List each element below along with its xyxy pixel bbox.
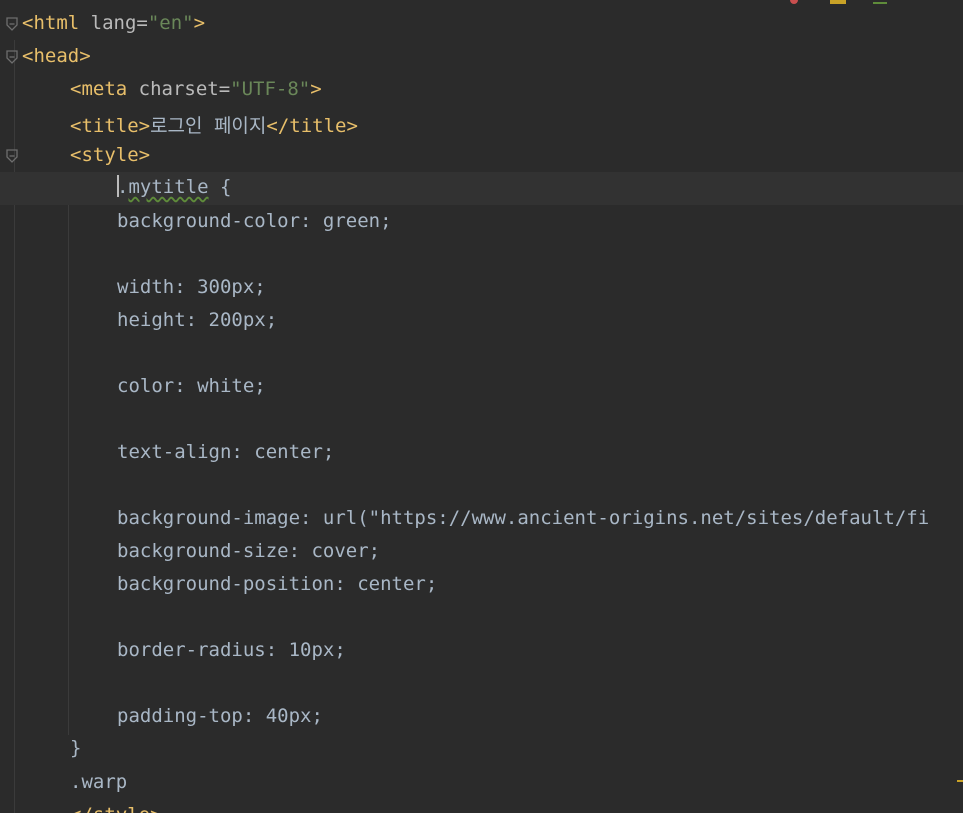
code-text: <style> bbox=[70, 144, 151, 166]
code-line[interactable]: </style> bbox=[0, 800, 963, 813]
code-line[interactable]: border-radius: 10px; bbox=[0, 635, 963, 668]
code-line[interactable]: <meta charset="UTF-8"> bbox=[0, 74, 963, 107]
code-text: <head> bbox=[22, 45, 91, 67]
code-line-current[interactable]: .mytitle { bbox=[0, 172, 963, 205]
warning-indicator-icon[interactable] bbox=[830, 0, 846, 4]
code-line[interactable]: background-size: cover; bbox=[0, 536, 963, 569]
typo-indicator-icon[interactable] bbox=[873, 0, 887, 4]
code-text: <title>로그인 페이지</title> bbox=[70, 115, 358, 137]
code-line[interactable]: height: 200px; bbox=[0, 305, 963, 338]
code-text: background-color: green; bbox=[117, 210, 392, 232]
code-text: padding-top: 40px; bbox=[117, 705, 323, 727]
code-text: } bbox=[70, 737, 82, 759]
code-line[interactable]: color: white; bbox=[0, 371, 963, 404]
code-line[interactable]: <head> bbox=[0, 41, 963, 74]
code-line[interactable]: } bbox=[0, 733, 963, 766]
code-text: <html lang="en"> bbox=[22, 12, 206, 34]
fold-marker-icon[interactable] bbox=[6, 17, 18, 31]
fold-marker-icon[interactable] bbox=[6, 149, 18, 163]
code-line[interactable]: <style> bbox=[0, 140, 963, 173]
code-editor[interactable]: <html lang="en"> <head> <meta charset="U… bbox=[0, 0, 963, 813]
code-text: </style> bbox=[70, 804, 162, 813]
code-line[interactable]: background-color: green; bbox=[0, 206, 963, 239]
code-line[interactable]: <html lang="en"> bbox=[0, 8, 963, 41]
code-text: .mytitle { bbox=[117, 176, 232, 198]
code-line[interactable]: background-image: url("https://www.ancie… bbox=[0, 503, 963, 536]
code-line[interactable]: padding-top: 40px; bbox=[0, 701, 963, 734]
code-line[interactable]: text-align: center; bbox=[0, 437, 963, 470]
code-text: <meta charset="UTF-8"> bbox=[70, 78, 322, 100]
code-line[interactable]: .warp bbox=[0, 767, 963, 800]
scrollbar-warning-marker[interactable] bbox=[957, 780, 963, 782]
code-text: width: 300px; bbox=[117, 276, 266, 298]
code-text: .warp bbox=[70, 771, 128, 793]
text-caret bbox=[117, 175, 119, 197]
error-indicator-icon[interactable] bbox=[790, 0, 798, 4]
code-text: background-image: url("https://www.ancie… bbox=[117, 507, 930, 529]
code-line[interactable]: <title>로그인 페이지</title> bbox=[0, 107, 963, 140]
code-text: background-size: cover; bbox=[117, 540, 381, 562]
code-text: height: 200px; bbox=[117, 309, 278, 331]
code-text: text-align: center; bbox=[117, 441, 335, 463]
code-text: border-radius: 10px; bbox=[117, 639, 346, 661]
code-line[interactable]: width: 300px; bbox=[0, 272, 963, 305]
code-line[interactable]: background-position: center; bbox=[0, 569, 963, 602]
code-text: color: white; bbox=[117, 375, 266, 397]
fold-marker-icon[interactable] bbox=[6, 50, 18, 64]
code-text: background-position: center; bbox=[117, 573, 438, 595]
